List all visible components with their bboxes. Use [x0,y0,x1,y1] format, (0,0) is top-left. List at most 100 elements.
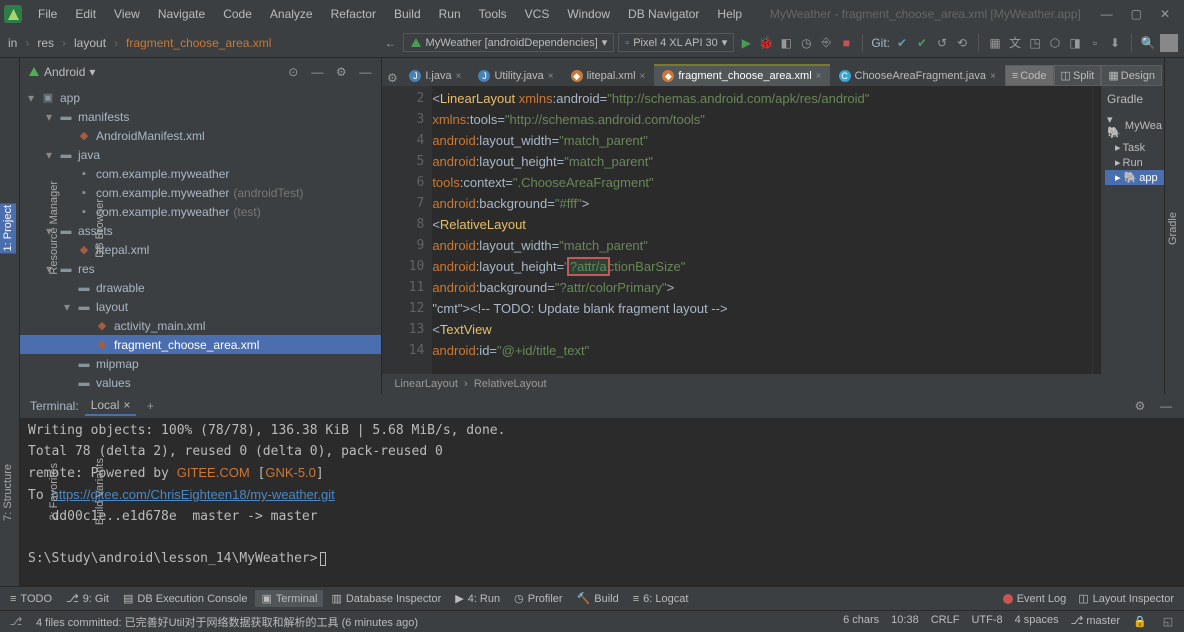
menu-view[interactable]: View [106,5,148,23]
tool-git[interactable]: ⎇ 9: Git [60,590,115,607]
view-design-button[interactable]: ▦ Design [1101,65,1162,86]
error-stripe[interactable] [1092,86,1100,374]
run-config-selector[interactable]: MyWeather [androidDependencies]▾ [403,33,615,52]
close-icon[interactable]: × [990,71,996,82]
close-icon[interactable]: × [456,71,462,82]
editor-tab[interactable]: ◆fragment_choose_area.xml× [654,64,829,86]
git-history-icon[interactable]: ↺ [934,35,950,51]
menu-build[interactable]: Build [386,5,429,23]
close-icon[interactable]: × [640,71,646,82]
terminal-tab-local[interactable]: Local × [85,396,137,416]
add-terminal-icon[interactable]: + [142,398,158,414]
gradle-root[interactable]: ▾ 🐘 MyWea [1105,112,1164,140]
tree-row[interactable]: ▾▣app [20,88,381,107]
tool-structure[interactable]: 7: Structure [0,462,16,523]
tree-row[interactable]: ◆litepal.xml [20,240,381,259]
editor-tab[interactable]: CChooseAreaFragment.java× [831,64,1004,86]
tool-icon-5[interactable]: ◨ [1067,35,1083,51]
status-crlf[interactable]: CRLF [931,614,960,630]
tab-settings-icon[interactable]: ⚙ [384,70,400,86]
vcs-branch-icon[interactable]: ⎇ [8,614,24,630]
tool-todo[interactable]: ≡ TODO [4,591,58,607]
avd-icon[interactable]: ▫ [1087,35,1103,51]
tree-row[interactable]: ▪com.example.myweather [20,164,381,183]
sdk-icon[interactable]: ⬇ [1107,35,1123,51]
gradle-run[interactable]: ▸ Run [1105,155,1164,170]
tree-row[interactable]: ◆activity_main.xml [20,316,381,335]
tool-run[interactable]: ▶ 4: Run [449,590,506,607]
breadcrumb-item[interactable]: in [4,34,21,52]
gradle-app[interactable]: ▸ 🐘 app [1105,170,1164,185]
menu-vcs[interactable]: VCS [517,5,558,23]
mem-icon[interactable]: ◱ [1160,614,1176,630]
tool-logcat[interactable]: ≡ 6: Logcat [627,591,695,607]
tool-icon-1[interactable]: ▦ [987,35,1003,51]
editor-tab[interactable]: ◆litepal.xml× [563,64,654,86]
git-commit-icon[interactable]: ✔ [914,35,930,51]
search-icon[interactable]: 🔍 [1140,35,1156,51]
breadcrumb-item[interactable]: res [33,34,58,52]
tool-db-browser[interactable]: DB Browser [92,197,108,260]
breadcrumb-item[interactable]: layout [70,34,110,52]
menu-edit[interactable]: Edit [67,5,104,23]
tree-row[interactable]: ▾▬layout [20,297,381,316]
menu-window[interactable]: Window [559,5,618,23]
tool-favorites[interactable]: 2: Favorites [46,461,62,522]
menu-file[interactable]: File [30,5,65,23]
tool-build-variants[interactable]: Build Variants [92,456,108,527]
status-encoding[interactable]: UTF-8 [971,614,1002,630]
menu-db-navigator[interactable]: DB Navigator [620,5,707,23]
close-button[interactable]: ✕ [1160,7,1170,21]
tool-resource-manager[interactable]: Resource Manager [46,179,62,277]
tree-row[interactable]: ◆fragment_choose_area.xml [20,335,381,354]
tool-layout-inspector[interactable]: ◫ Layout Inspector [1072,590,1180,607]
avatar-icon[interactable] [1160,34,1178,52]
close-icon[interactable]: × [123,398,130,412]
coverage-icon[interactable]: ◧ [778,35,794,51]
menu-analyze[interactable]: Analyze [262,5,321,23]
tool-icon-4[interactable]: ⬡ [1047,35,1063,51]
tool-terminal[interactable]: ▣ Terminal [255,590,323,607]
editor-breadcrumb[interactable]: LinearLayout › RelativeLayout [382,374,1164,394]
tool-db-inspector[interactable]: ▥ Database Inspector [325,590,447,607]
tree-row[interactable]: ▾▬res [20,259,381,278]
tool-event-log[interactable]: Event Log [997,590,1073,607]
tree-row[interactable]: ◆AndroidManifest.xml [20,126,381,145]
nav-back-icon[interactable]: ← [383,35,399,51]
maximize-button[interactable]: ▢ [1131,7,1142,21]
status-branch[interactable]: ⎇ master [1071,614,1120,630]
close-icon[interactable]: × [548,71,554,82]
project-tree[interactable]: ▾▣app▾▬manifests◆AndroidManifest.xml▾▬ja… [20,86,381,394]
tool-build[interactable]: 🔨 Build [571,590,625,607]
tool-icon-2[interactable]: 文 [1007,35,1023,51]
view-split-button[interactable]: ◫ Split [1054,65,1102,86]
tree-row[interactable]: ▬drawable [20,278,381,297]
terminal-output[interactable]: Writing objects: 100% (78/78), 136.38 Ki… [20,418,1184,586]
profile-icon[interactable]: ◷ [798,35,814,51]
scroll-from-source-icon[interactable]: ⊙ [285,64,301,80]
minimize-button[interactable]: — [1101,7,1113,21]
stop-icon[interactable]: ■ [838,35,854,51]
gradle-tasks[interactable]: ▸ Task [1105,140,1164,155]
tool-db-console[interactable]: ▤ DB Execution Console [117,590,253,607]
attach-icon[interactable]: ⎆ [818,35,834,51]
breadcrumb-current[interactable]: fragment_choose_area.xml [122,34,275,52]
breadcrumb[interactable]: in› res› layout› fragment_choose_area.xm… [0,34,279,52]
menu-refactor[interactable]: Refactor [323,5,384,23]
collapse-icon[interactable]: — [309,64,325,80]
status-pos[interactable]: 10:38 [891,614,919,630]
view-code-button[interactable]: ≡ Code [1005,65,1054,86]
terminal-gear-icon[interactable]: ⚙ [1132,398,1148,414]
project-view-selector[interactable]: Android ▾ [28,65,95,79]
debug-icon[interactable]: 🐞 [758,35,774,51]
gear-icon[interactable]: ⚙ [333,64,349,80]
lock-icon[interactable]: 🔒 [1132,614,1148,630]
menu-tools[interactable]: Tools [471,5,515,23]
editor-tab[interactable]: JUtility.java× [470,64,561,86]
tool-profiler[interactable]: ◷ Profiler [508,590,568,607]
editor-tab[interactable]: JI.java× [401,64,469,86]
status-chars[interactable]: 6 chars [843,614,879,630]
run-icon[interactable]: ▶ [738,35,754,51]
menu-navigate[interactable]: Navigate [150,5,213,23]
tree-row[interactable]: ▬values [20,373,381,392]
